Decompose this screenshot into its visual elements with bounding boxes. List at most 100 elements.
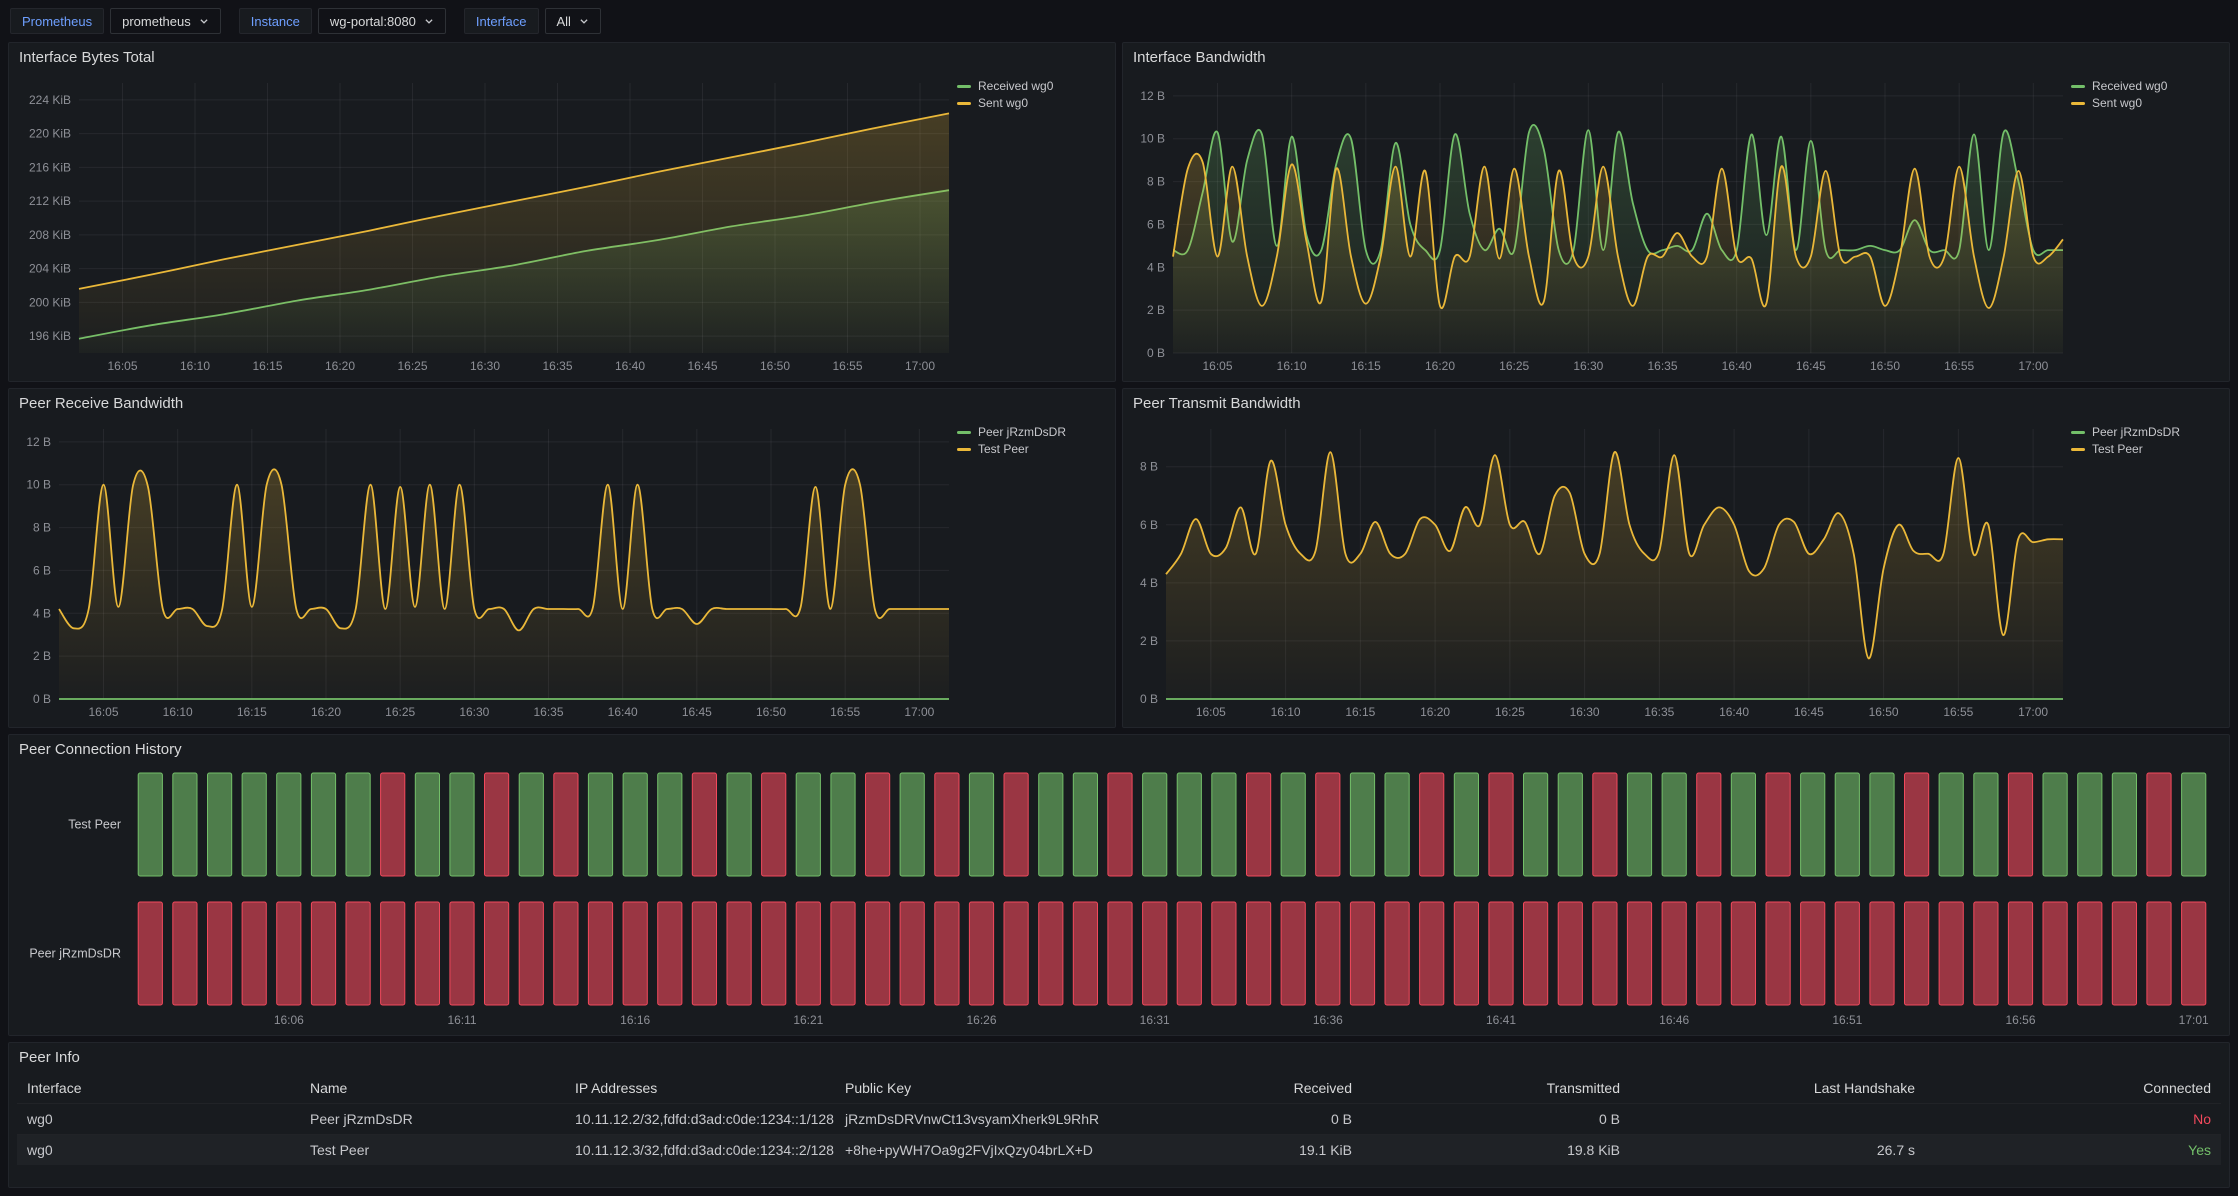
status-bar[interactable] bbox=[2043, 773, 2067, 876]
status-bar[interactable] bbox=[1143, 773, 1167, 876]
status-bar[interactable] bbox=[242, 773, 266, 876]
status-bar[interactable] bbox=[208, 902, 232, 1005]
status-bar[interactable] bbox=[831, 773, 855, 876]
status-bar[interactable] bbox=[1350, 902, 1374, 1005]
legend-item-received-wg0[interactable]: Received wg0 bbox=[2071, 79, 2221, 93]
status-bar[interactable] bbox=[2182, 773, 2206, 876]
status-bar[interactable] bbox=[242, 902, 266, 1005]
col-public-key[interactable]: Public Key bbox=[835, 1073, 1135, 1104]
status-bar[interactable] bbox=[900, 902, 924, 1005]
status-bar[interactable] bbox=[1731, 773, 1755, 876]
legend-item-sent-wg0[interactable]: Sent wg0 bbox=[957, 96, 1107, 110]
status-bar[interactable] bbox=[1835, 902, 1859, 1005]
status-bar[interactable] bbox=[1420, 773, 1444, 876]
status-bar[interactable] bbox=[554, 902, 578, 1005]
status-bar[interactable] bbox=[796, 773, 820, 876]
status-bar[interactable] bbox=[1627, 902, 1651, 1005]
status-bar[interactable] bbox=[1350, 773, 1374, 876]
col-name[interactable]: Name bbox=[300, 1073, 565, 1104]
status-bar[interactable] bbox=[1489, 773, 1513, 876]
status-bar[interactable] bbox=[138, 773, 162, 876]
status-bar[interactable] bbox=[588, 773, 612, 876]
status-bar[interactable] bbox=[692, 773, 716, 876]
status-bar[interactable] bbox=[1939, 773, 1963, 876]
status-bar[interactable] bbox=[1697, 902, 1721, 1005]
status-bar[interactable] bbox=[831, 902, 855, 1005]
status-bar[interactable] bbox=[277, 773, 301, 876]
status-bar[interactable] bbox=[2043, 902, 2067, 1005]
status-bar[interactable] bbox=[1039, 902, 1063, 1005]
status-bar[interactable] bbox=[311, 902, 335, 1005]
status-bar[interactable] bbox=[1766, 773, 1790, 876]
status-bar[interactable] bbox=[2147, 902, 2171, 1005]
status-bar[interactable] bbox=[1004, 902, 1028, 1005]
status-bar[interactable] bbox=[1212, 773, 1236, 876]
status-bar[interactable] bbox=[2182, 902, 2206, 1005]
status-bar[interactable] bbox=[1177, 773, 1201, 876]
status-bar[interactable] bbox=[727, 773, 751, 876]
status-bar[interactable] bbox=[1974, 902, 1998, 1005]
status-bar[interactable] bbox=[762, 902, 786, 1005]
status-bar[interactable] bbox=[1385, 902, 1409, 1005]
status-bar[interactable] bbox=[485, 902, 509, 1005]
col-last-handshake[interactable]: Last Handshake bbox=[1630, 1073, 1925, 1104]
status-bar[interactable] bbox=[1385, 773, 1409, 876]
panel-header[interactable]: Interface Bytes Total bbox=[9, 43, 1115, 73]
interface-bandwidth-chart[interactable]: 0 B2 B4 B6 B8 B10 B12 B16:0516:1016:1516… bbox=[1131, 73, 2071, 377]
peer-receive-bandwidth-chart[interactable]: 0 B2 B4 B6 B8 B10 B12 B16:0516:1016:1516… bbox=[17, 419, 957, 723]
interface-bytes-total-chart[interactable]: 196 KiB200 KiB204 KiB208 KiB212 KiB216 K… bbox=[17, 73, 957, 377]
status-bar[interactable] bbox=[1073, 902, 1097, 1005]
legend-item-peer-jrzmdsdr[interactable]: Peer jRzmDsDR bbox=[2071, 425, 2221, 439]
status-bar[interactable] bbox=[381, 902, 405, 1005]
status-bar[interactable] bbox=[692, 902, 716, 1005]
var-picker-instance[interactable]: wg-portal:8080 bbox=[318, 8, 446, 34]
status-bar[interactable] bbox=[1974, 773, 1998, 876]
status-bar[interactable] bbox=[519, 773, 543, 876]
status-bar[interactable] bbox=[1593, 902, 1617, 1005]
col-transmitted[interactable]: Transmitted bbox=[1362, 1073, 1630, 1104]
status-bar[interactable] bbox=[2147, 773, 2171, 876]
status-bar[interactable] bbox=[1524, 902, 1548, 1005]
status-bar[interactable] bbox=[173, 773, 197, 876]
panel-header[interactable]: Peer Connection History bbox=[9, 735, 2229, 765]
status-bar[interactable] bbox=[900, 773, 924, 876]
status-bar[interactable] bbox=[1627, 773, 1651, 876]
status-bar[interactable] bbox=[1870, 902, 1894, 1005]
col-interface[interactable]: Interface bbox=[17, 1073, 300, 1104]
col-connected[interactable]: Connected bbox=[1925, 1073, 2221, 1104]
status-bar[interactable] bbox=[346, 773, 370, 876]
status-bar[interactable] bbox=[1939, 902, 1963, 1005]
panel-header[interactable]: Interface Bandwidth bbox=[1123, 43, 2229, 73]
status-bar[interactable] bbox=[554, 773, 578, 876]
panel-header[interactable]: Peer Transmit Bandwidth bbox=[1123, 389, 2229, 419]
status-bar[interactable] bbox=[1870, 773, 1894, 876]
status-bar[interactable] bbox=[1281, 773, 1305, 876]
status-bar[interactable] bbox=[1177, 902, 1201, 1005]
status-bar[interactable] bbox=[623, 902, 647, 1005]
legend-item-received-wg0[interactable]: Received wg0 bbox=[957, 79, 1107, 93]
status-bar[interactable] bbox=[935, 902, 959, 1005]
legend-item-test-peer[interactable]: Test Peer bbox=[2071, 442, 2221, 456]
status-bar[interactable] bbox=[866, 773, 890, 876]
var-picker-prometheus[interactable]: prometheus bbox=[110, 8, 221, 34]
status-bar[interactable] bbox=[1281, 902, 1305, 1005]
status-bar[interactable] bbox=[1905, 902, 1929, 1005]
status-bar[interactable] bbox=[2112, 902, 2136, 1005]
status-bar[interactable] bbox=[1801, 773, 1825, 876]
status-bar[interactable] bbox=[1004, 773, 1028, 876]
status-bar[interactable] bbox=[208, 773, 232, 876]
status-bar[interactable] bbox=[1662, 773, 1686, 876]
var-picker-interface[interactable]: All bbox=[545, 8, 601, 34]
panel-header[interactable]: Peer Receive Bandwidth bbox=[9, 389, 1115, 419]
status-bar[interactable] bbox=[485, 773, 509, 876]
status-bar[interactable] bbox=[969, 773, 993, 876]
status-bar[interactable] bbox=[173, 902, 197, 1005]
status-bar[interactable] bbox=[415, 773, 439, 876]
status-bar[interactable] bbox=[762, 773, 786, 876]
status-bar[interactable] bbox=[1731, 902, 1755, 1005]
status-bar[interactable] bbox=[969, 902, 993, 1005]
col-received[interactable]: Received bbox=[1135, 1073, 1362, 1104]
status-bar[interactable] bbox=[2112, 773, 2136, 876]
status-bar[interactable] bbox=[1247, 902, 1271, 1005]
status-bar[interactable] bbox=[866, 902, 890, 1005]
